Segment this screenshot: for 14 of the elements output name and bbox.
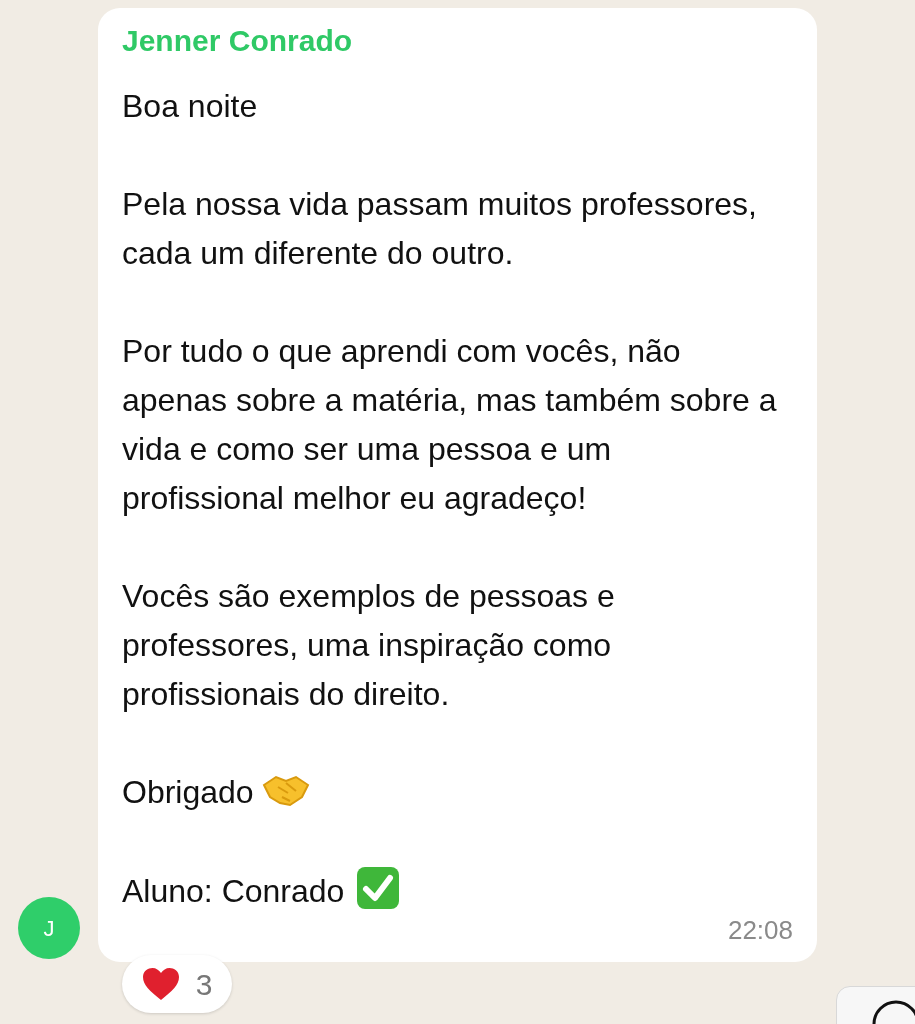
handshake-icon	[261, 773, 310, 807]
reaction-pill[interactable]: 3	[122, 955, 232, 1013]
sender-name: Jenner Conrado	[122, 26, 353, 56]
message-text: Aluno: Conrado	[122, 866, 777, 916]
avatar: J	[18, 897, 80, 959]
message-text: Obrigado	[122, 768, 777, 817]
message-text: Vocês são exemplos de pessoas e professores, uma inspiração como profissionais do direito.	[122, 577, 616, 714]
message-text: Boa noite	[122, 87, 259, 126]
message-text: Por tudo o que aprendi com vocês, não apenas sobre a matéria, mas também sobre a vida e como ser uma pessoa e um profissional melhor eu agradeço!	[122, 332, 777, 518]
message-text: Pela nossa vida passam muitos professores, cada um diferente do outro.	[122, 185, 758, 273]
heart-icon	[141, 967, 180, 1001]
reaction-count: 3	[195, 966, 213, 1003]
message-time: 22:08	[727, 914, 793, 947]
check-mark-icon	[356, 866, 401, 910]
